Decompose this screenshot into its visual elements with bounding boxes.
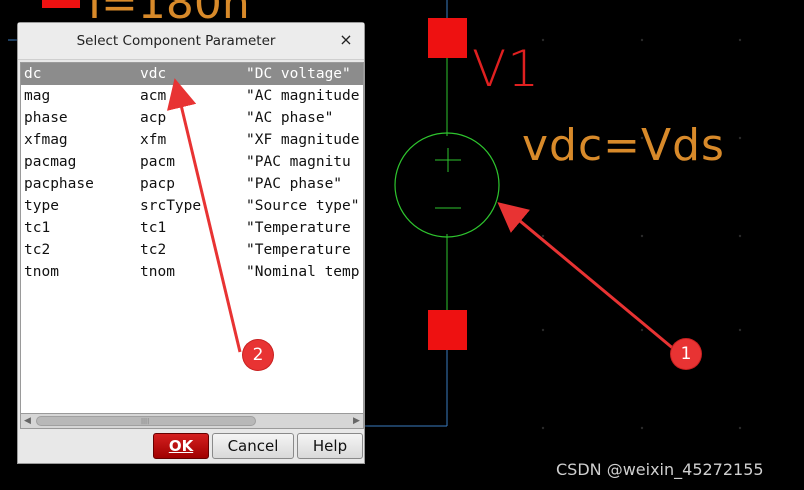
param-name-cell: pacphase bbox=[24, 176, 94, 192]
param-description-cell: "PAC magnitu bbox=[246, 154, 351, 170]
param-variable-cell: pacp bbox=[140, 176, 175, 192]
cancel-button[interactable]: Cancel bbox=[212, 433, 294, 459]
parameter-list[interactable]: dc vdc "DC voltage" mag acm "AC magnitude phas… bbox=[20, 62, 364, 414]
param-name-cell: dc bbox=[24, 66, 42, 82]
parameter-row[interactable]: tc2 tc2 "Temperature bbox=[21, 239, 363, 261]
param-name-cell: phase bbox=[24, 110, 68, 126]
scroll-left-icon[interactable]: ◀ bbox=[21, 414, 34, 428]
help-button-label: Help bbox=[312, 437, 348, 455]
param-description-cell: "PAC phase" bbox=[246, 176, 343, 192]
close-icon[interactable]: × bbox=[336, 30, 356, 50]
parameter-row[interactable]: type srcType "Source type" bbox=[21, 195, 363, 217]
voltage-source-symbol bbox=[394, 132, 500, 238]
scroll-grip: |||| bbox=[141, 418, 150, 425]
param-variable-cell: acm bbox=[140, 88, 167, 104]
parameter-row[interactable]: phase acp "AC phase" bbox=[21, 107, 363, 129]
instance-name-label: V1 bbox=[472, 40, 541, 98]
param-description-cell: "XF magnitude bbox=[246, 132, 360, 148]
parameter-label: vdc=Vds bbox=[522, 120, 725, 171]
param-name-cell: mag bbox=[24, 88, 51, 104]
param-description-cell: "AC phase" bbox=[246, 110, 334, 126]
parameter-row[interactable]: pacphase pacp "PAC phase" bbox=[21, 173, 363, 195]
watermark: CSDN @weixin_45272155 bbox=[556, 460, 764, 479]
horizontal-scrollbar[interactable]: ◀ |||| ▶ bbox=[20, 414, 364, 429]
param-variable-cell: tc2 bbox=[140, 242, 167, 258]
annotation-badge-1: 1 bbox=[671, 339, 701, 369]
cancel-button-label: Cancel bbox=[227, 437, 279, 455]
param-variable-cell: vdc bbox=[140, 66, 167, 82]
scrollbar-thumb[interactable]: |||| bbox=[36, 416, 256, 426]
scroll-right-icon[interactable]: ▶ bbox=[350, 414, 363, 428]
param-name-cell: tnom bbox=[24, 264, 59, 280]
param-variable-cell: tnom bbox=[140, 264, 175, 280]
pin-top bbox=[428, 18, 467, 58]
parameter-row[interactable]: tc1 tc1 "Temperature bbox=[21, 217, 363, 239]
param-description-cell: "DC voltage" bbox=[246, 66, 351, 82]
annotation-badge-2: 2 bbox=[243, 340, 273, 370]
parameter-row[interactable]: xfmag xfm "XF magnitude bbox=[21, 129, 363, 151]
param-variable-cell: srcType bbox=[140, 198, 202, 214]
param-description-cell: "Temperature bbox=[246, 242, 351, 258]
help-button[interactable]: Help bbox=[297, 433, 363, 459]
parameter-row[interactable]: dc vdc "DC voltage" bbox=[21, 63, 363, 85]
parameter-row[interactable]: mag acm "AC magnitude bbox=[21, 85, 363, 107]
parameter-row[interactable]: pacmag pacm "PAC magnitu bbox=[21, 151, 363, 173]
param-variable-cell: xfm bbox=[140, 132, 167, 148]
param-description-cell: "AC magnitude bbox=[246, 88, 360, 104]
param-description-cell: "Nominal temp bbox=[246, 264, 360, 280]
dialog-title: Select Component Parameter bbox=[76, 33, 276, 49]
pin-bottom bbox=[428, 310, 467, 350]
param-description-cell: "Source type" bbox=[246, 198, 360, 214]
param-name-cell: pacmag bbox=[24, 154, 77, 170]
param-name-cell: tc1 bbox=[24, 220, 51, 236]
param-variable-cell: acp bbox=[140, 110, 167, 126]
param-name-cell: type bbox=[24, 198, 59, 214]
param-name-cell: tc2 bbox=[24, 242, 51, 258]
dialog-titlebar[interactable]: Select Component Parameter × bbox=[18, 23, 364, 60]
param-variable-cell: pacm bbox=[140, 154, 175, 170]
param-name-cell: xfmag bbox=[24, 132, 68, 148]
dialog-button-row: OK Cancel Help bbox=[18, 433, 364, 463]
parameter-row[interactable]: tnom tnom "Nominal temp bbox=[21, 261, 363, 283]
ok-button[interactable]: OK bbox=[153, 433, 209, 459]
ok-button-label: OK bbox=[168, 437, 194, 455]
param-description-cell: "Temperature bbox=[246, 220, 351, 236]
param-variable-cell: tc1 bbox=[140, 220, 167, 236]
select-component-parameter-dialog: Select Component Parameter × dc vdc "DC vo… bbox=[17, 22, 365, 464]
